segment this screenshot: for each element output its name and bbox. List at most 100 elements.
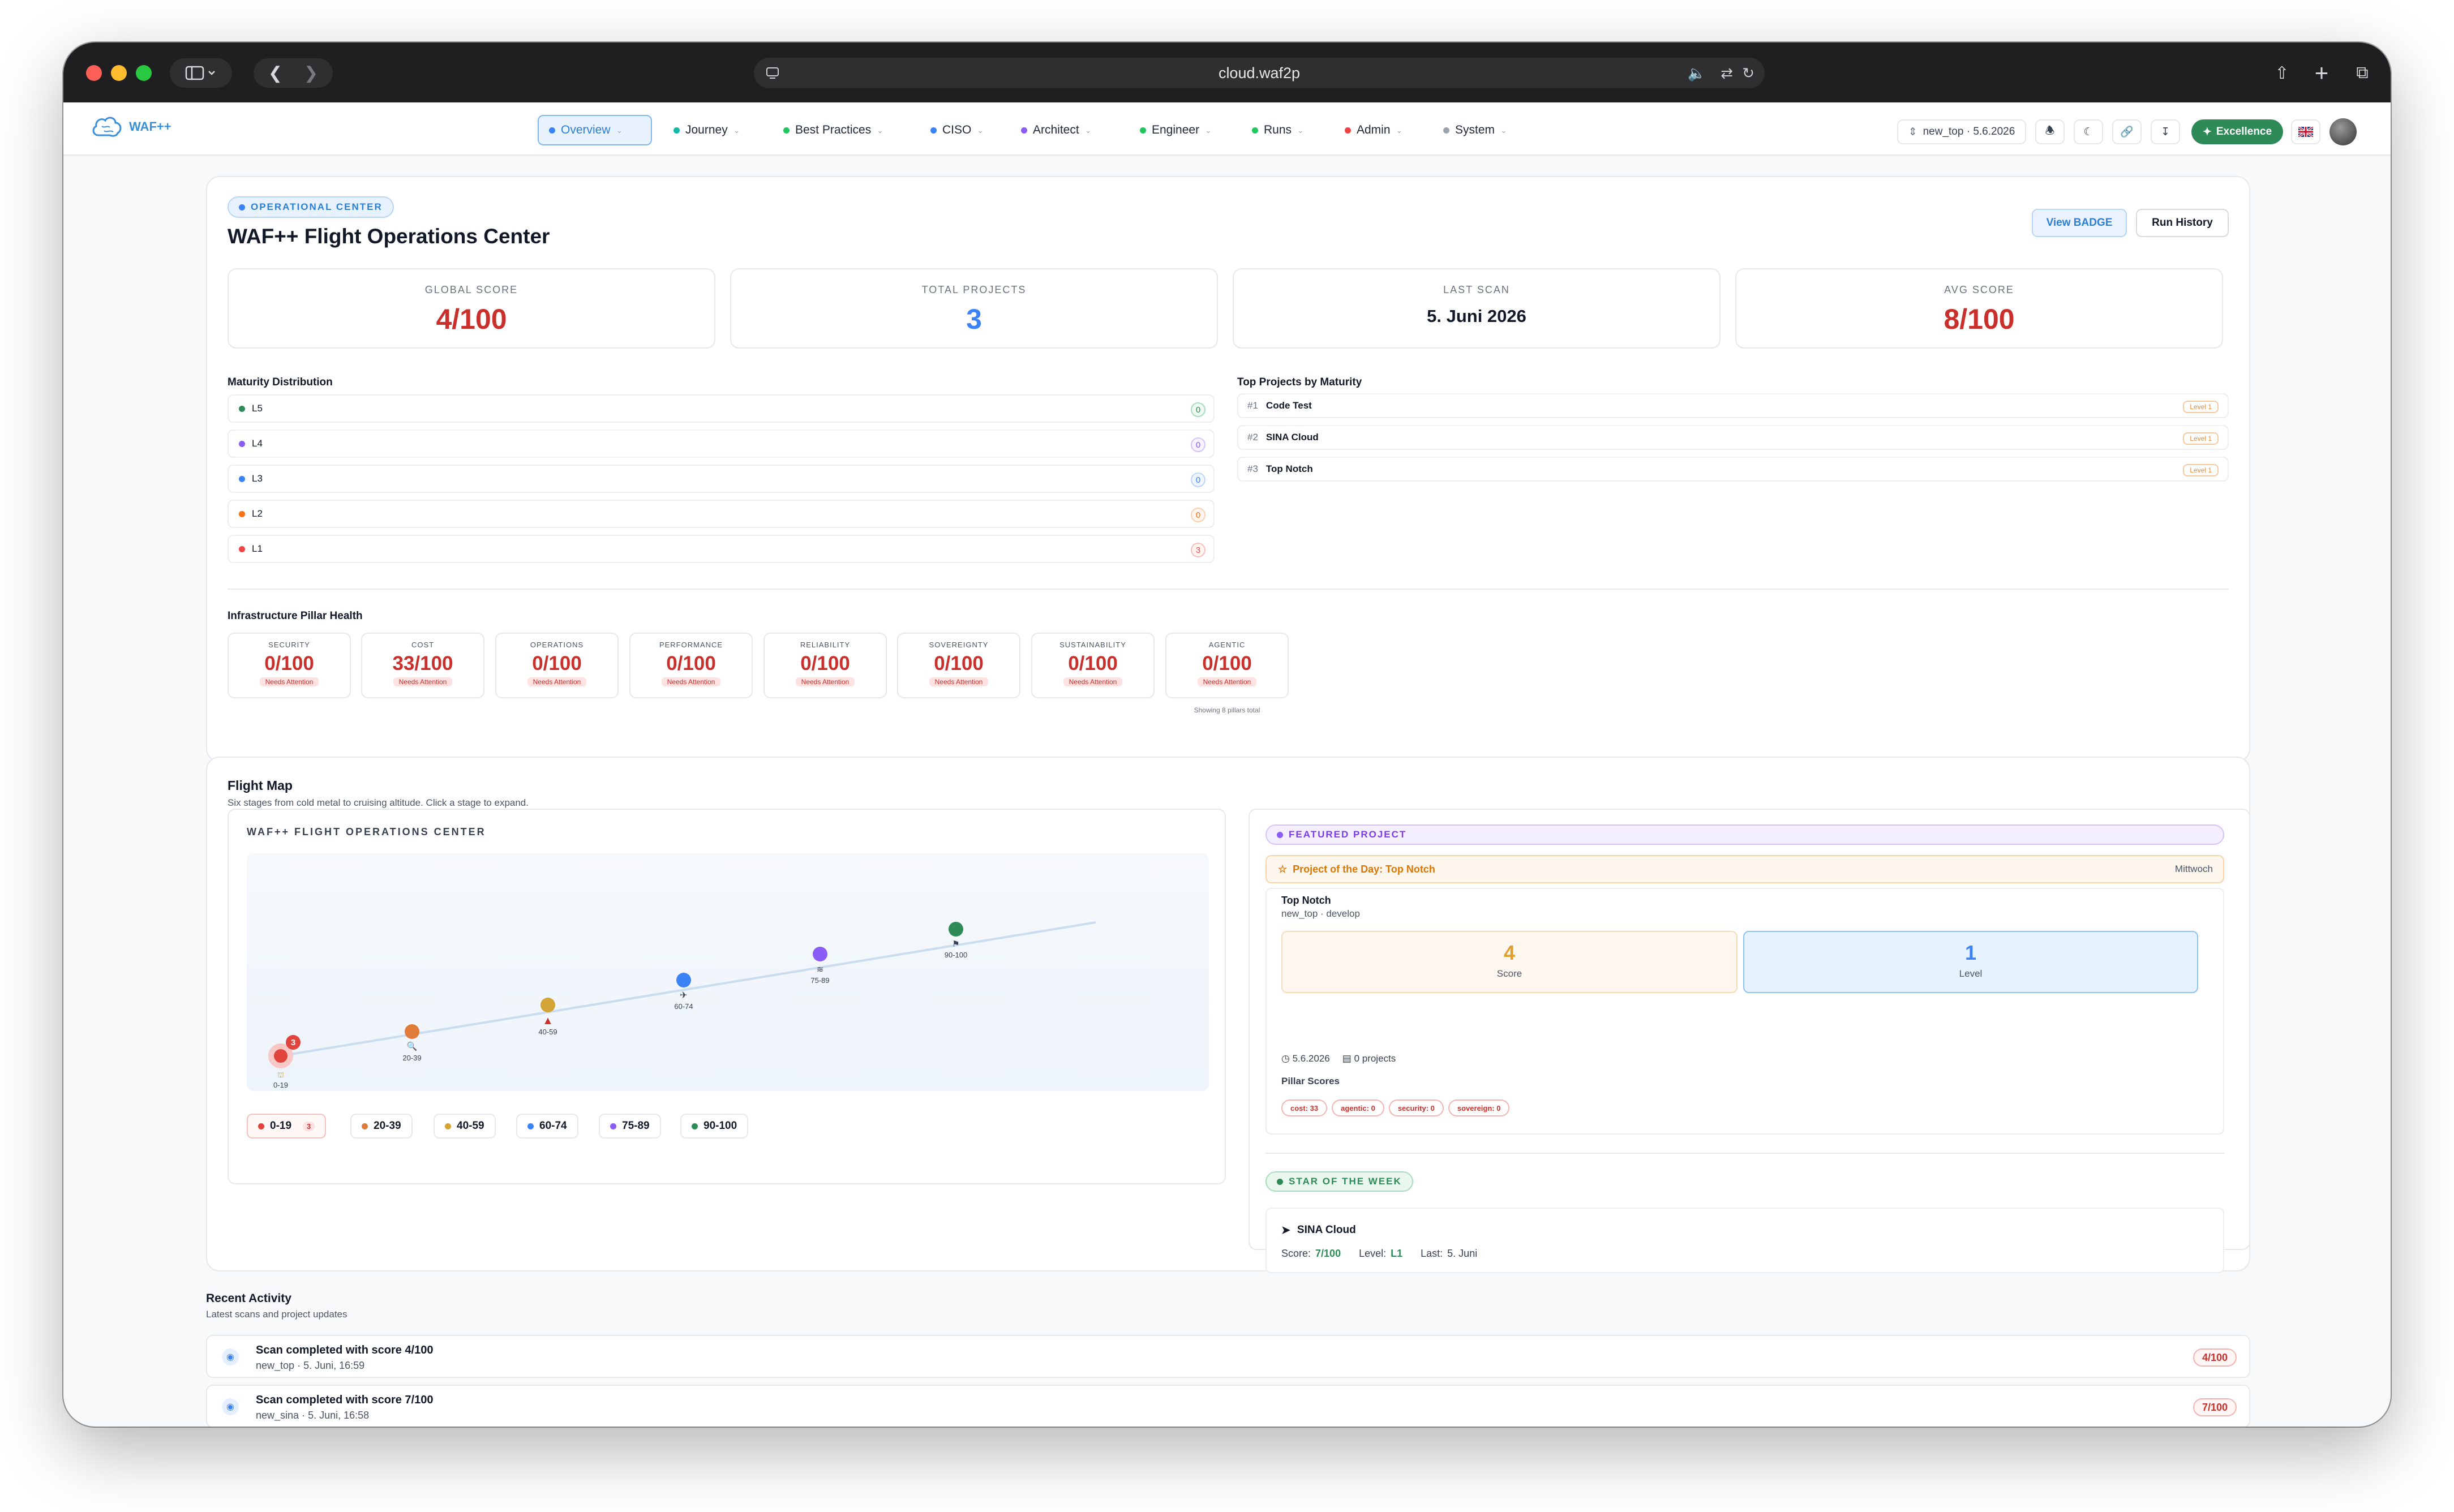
new-tab-icon[interactable]: + (2306, 58, 2337, 88)
svg-text:3: 3 (291, 1038, 295, 1047)
pillar-status: Needs Attention (929, 677, 989, 686)
browser-toolbar: ❮ ❯ cloud.waf2p 🔈 ⇄ ↻ ⇧ + ⧉ (63, 42, 2391, 102)
project-count: 0 projects (1354, 1053, 1396, 1064)
app-logo[interactable]: WAF++ (91, 114, 171, 140)
pillar-card-performance[interactable]: PERFORMANCE 0/100 Needs Attention (629, 633, 753, 698)
nav-ciso[interactable]: CISO ⌄ (920, 115, 994, 145)
activity-item[interactable]: ◉ Scan completed with score 4/100 new_top … (206, 1335, 2250, 1378)
pillar-card-security[interactable]: SECURITY 0/100 Needs Attention (228, 633, 351, 698)
score-label: Score (1496, 968, 1522, 979)
status-dot (1140, 127, 1146, 134)
top-project-row[interactable]: #3 Top Notch Level 1 (1237, 457, 2229, 482)
activity-item[interactable]: ◉ Scan completed with score 7/100 new_sina… (206, 1385, 2250, 1427)
weekday-label: Mittwoch (2174, 864, 2213, 874)
pillar-card-sovereignty[interactable]: SOVEREIGNTY 0/100 Needs Attention (897, 633, 1020, 698)
featured-project-card[interactable] (1265, 888, 2224, 1135)
project-of-day-banner[interactable]: ☆ Project of the Day: Top Notch Mittwoch (1265, 855, 2224, 883)
stage-label: 20-39 (374, 1120, 401, 1132)
flag-uk-icon[interactable] (2291, 119, 2320, 144)
rocket-icon: ➤ (1281, 1225, 1290, 1236)
pillars-footer: Showing 8 pillars total (1194, 706, 1260, 714)
pillar-status: Needs Attention (1063, 677, 1123, 686)
status-dot (1345, 127, 1351, 134)
nav-system[interactable]: System ⌄ (1433, 115, 1517, 145)
link-icon[interactable]: 🔗 (2112, 119, 2142, 144)
pillar-chip[interactable]: cost: 33 (1281, 1099, 1328, 1116)
zoom-window-button[interactable] (136, 65, 152, 81)
pillar-value: 0/100 (1202, 652, 1252, 675)
nav-architect[interactable]: Architect ⌄ (1011, 115, 1101, 145)
maturity-row-l2[interactable]: L2 0 (228, 500, 1215, 528)
score-label: Score: (1281, 1248, 1311, 1259)
nav-best-practices[interactable]: Best Practices ⌄ (773, 115, 894, 145)
bell-icon[interactable]: 🕭 (2035, 119, 2065, 144)
stage-filter-40-59[interactable]: 40-59 (434, 1114, 496, 1139)
nav-label: Engineer (1152, 123, 1200, 136)
pillar-card-reliability[interactable]: RELIABILITY 0/100 Needs Attention (763, 633, 887, 698)
level-value: 1 (1964, 941, 1977, 964)
project-select[interactable]: ⇕ new_top · 5.6.2026 (1897, 119, 2026, 144)
chevron-down-icon: ⌄ (977, 125, 984, 135)
app-logo-text: WAF++ (129, 119, 171, 134)
translate-icon[interactable]: ⇄ (1721, 65, 1733, 82)
project-rank: #1 (1247, 400, 1258, 411)
uk-flag (2298, 127, 2313, 137)
nav-runs[interactable]: Runs ⌄ (1242, 115, 1314, 145)
moon-icon[interactable]: ☾ (2074, 119, 2103, 144)
avatar[interactable] (2329, 118, 2357, 145)
level-dot (239, 475, 245, 482)
stat-value: 5. Juni 2026 (1427, 306, 1526, 326)
featured-project-branch: new_top · develop (1281, 908, 1360, 919)
top-project-row[interactable]: #2 SINA Cloud Level 1 (1237, 425, 2229, 450)
pillar-chip[interactable]: agentic: 0 (1332, 1099, 1384, 1116)
stage-filter-0-19[interactable]: 0-19 3 (247, 1114, 327, 1139)
stage-filter-60-74[interactable]: 60-74 (516, 1114, 578, 1139)
status-dot (783, 127, 790, 134)
nav-engineer[interactable]: Engineer ⌄ (1130, 115, 1222, 145)
last-value: 5. Juni (1447, 1248, 1478, 1259)
maturity-row-l5[interactable]: L5 0 (228, 394, 1215, 423)
pillar-card-agentic[interactable]: AGENTIC 0/100 Needs Attention (1165, 633, 1289, 698)
project-select-value: new_top · 5.6.2026 (1923, 126, 2015, 138)
tab-overview-icon[interactable]: ⧉ (2346, 58, 2378, 88)
sparkle-icon: ✦ (2202, 126, 2212, 138)
view-badge-button[interactable]: View BADGE (2032, 209, 2127, 237)
pillar-card-cost[interactable]: COST 33/100 Needs Attention (361, 633, 484, 698)
star-of-week-card[interactable] (1265, 1208, 2224, 1273)
score-value: 7/100 (1315, 1248, 1341, 1259)
maturity-row-l3[interactable]: L3 0 (228, 465, 1215, 493)
level-count: 0 (1191, 508, 1205, 522)
stage-count: 3 (303, 1121, 315, 1131)
maturity-row-l1[interactable]: L1 3 (228, 535, 1215, 563)
nav-admin[interactable]: Admin ⌄ (1335, 115, 1413, 145)
back-arrow-icon[interactable]: ❮ (268, 63, 282, 83)
excellence-badge[interactable]: ✦ Excellence (2191, 119, 2283, 144)
stage-filter-75-89[interactable]: 75-89 (599, 1114, 661, 1139)
stage-filter-20-39[interactable]: 20-39 (350, 1114, 413, 1139)
sidebar-toggle-button[interactable] (170, 58, 232, 88)
pillar-status: Needs Attention (1197, 677, 1257, 686)
pillar-card-sustainability[interactable]: SUSTAINABILITY 0/100 Needs Attention (1031, 633, 1155, 698)
share-icon[interactable]: ⇧ (2266, 58, 2298, 88)
reload-icon[interactable]: ↻ (1742, 65, 1754, 82)
forward-arrow-icon[interactable]: ❯ (304, 63, 318, 83)
pillar-chip[interactable]: sovereign: 0 (1448, 1099, 1510, 1116)
site-settings-icon[interactable] (764, 65, 781, 81)
close-window-button[interactable] (86, 65, 102, 81)
browser-window: ❮ ❯ cloud.waf2p 🔈 ⇄ ↻ ⇧ + ⧉ WAF++ Overvi… (63, 42, 2391, 1427)
download-icon[interactable]: ↧ (2151, 119, 2180, 144)
top-project-row[interactable]: #1 Code Test Level 1 (1237, 393, 2229, 418)
stage-filter-90-100[interactable]: 90-100 (680, 1114, 749, 1139)
svg-text:▲: ▲ (544, 1015, 551, 1025)
maturity-row-l4[interactable]: L4 0 (228, 429, 1215, 458)
minimize-window-button[interactable] (111, 65, 127, 81)
nav-journey[interactable]: Journey ⌄ (663, 115, 750, 145)
stage-dot (610, 1123, 616, 1129)
audio-icon[interactable]: 🔈 (1688, 65, 1706, 82)
address-bar[interactable]: cloud.waf2p 🔈 ⇄ ↻ (754, 58, 1765, 88)
pillar-card-operations[interactable]: OPERATIONS 0/100 Needs Attention (495, 633, 619, 698)
pillar-chip[interactable]: security: 0 (1388, 1099, 1444, 1116)
nav-overview[interactable]: Overview ⌄ (538, 115, 652, 145)
run-history-button[interactable]: Run History (2136, 209, 2229, 237)
featured-project-tag: FEATURED PROJECT (1265, 824, 2224, 845)
